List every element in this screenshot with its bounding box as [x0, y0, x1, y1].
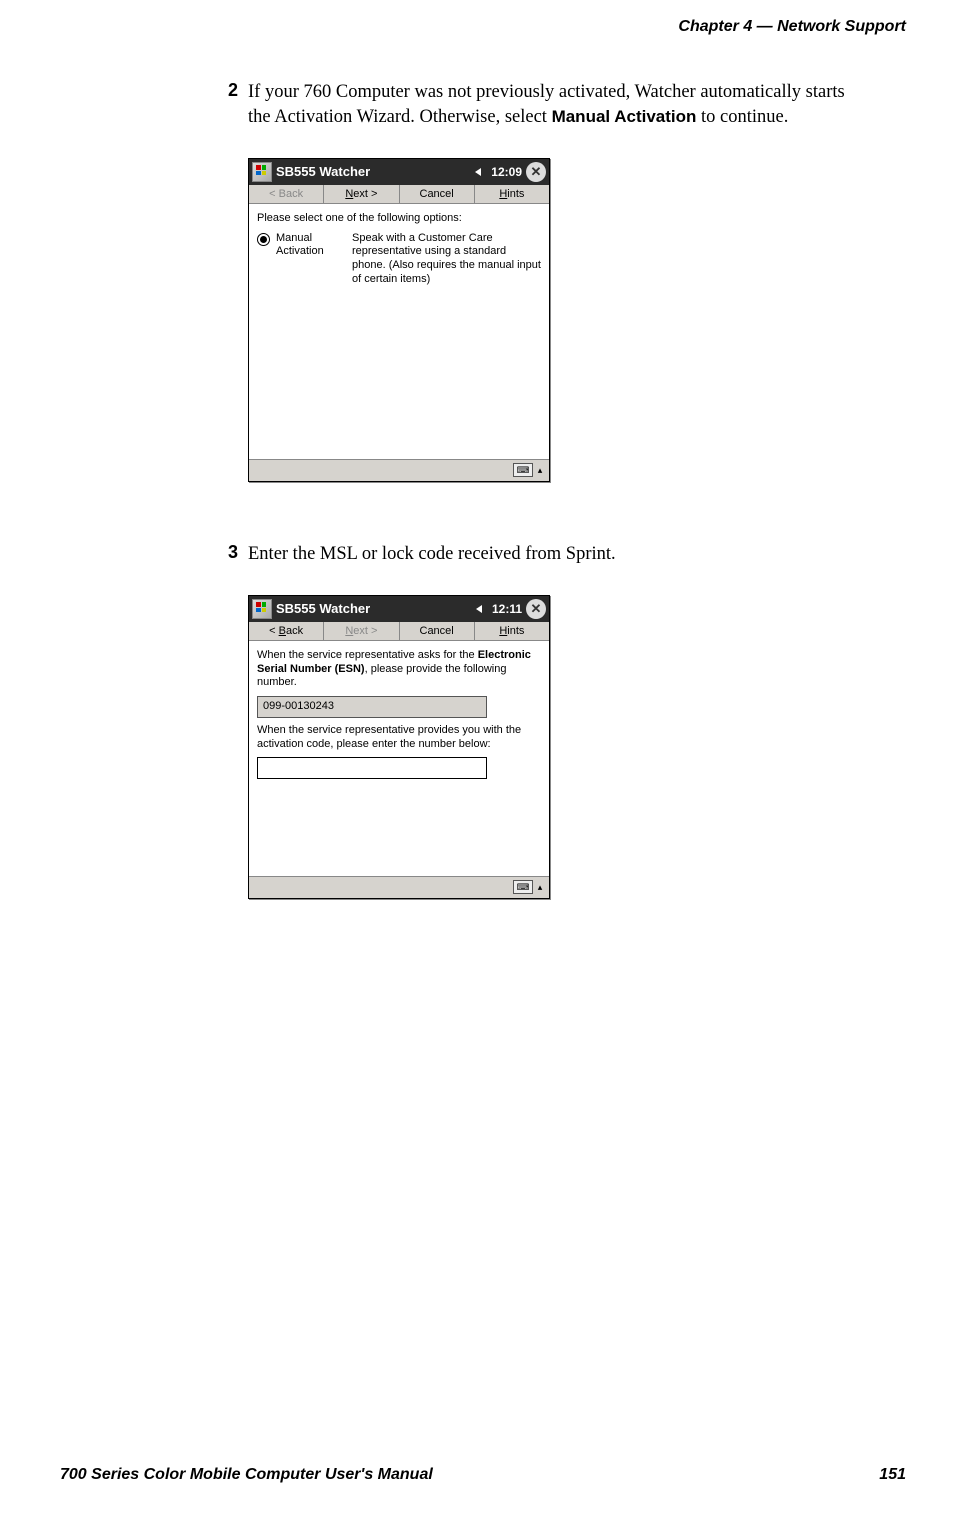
option-label-line2: Activation — [276, 245, 346, 259]
dialog-body: Please select one of the following optio… — [249, 204, 549, 459]
window-title: SB555 Watcher — [276, 601, 476, 616]
step-text: Enter the MSL or lock code received from… — [248, 542, 616, 567]
bottom-bar: ⌨ ▴ — [249, 876, 549, 898]
step-3: 3 Enter the MSL or lock code received fr… — [220, 542, 870, 567]
keyboard-icon[interactable]: ⌨ — [513, 463, 533, 477]
hints-button[interactable]: Hints — [475, 622, 549, 640]
screenshot-2-container: SB555 Watcher 12:11 ✕ < Back Next > Canc… — [248, 595, 870, 899]
option-label: Manual Activation — [276, 232, 346, 260]
footer-left: 700 Series Color Mobile Computer User's … — [60, 1466, 433, 1484]
step-2-bold: Manual Activation — [552, 107, 697, 126]
back-button[interactable]: < Back — [249, 622, 324, 640]
esn-para-a: When the service representative asks for… — [257, 649, 478, 661]
hints-rest: ints — [507, 188, 524, 200]
activation-code-paragraph: When the service representative provides… — [257, 724, 541, 752]
close-icon[interactable]: ✕ — [526, 162, 546, 182]
option-manual-activation[interactable]: Manual Activation Speak with a Customer … — [257, 232, 541, 287]
step-number: 2 — [220, 80, 248, 130]
clock: 12:11 — [492, 602, 522, 616]
cancel-button[interactable]: Cancel — [400, 185, 475, 203]
next-rest: ext > — [353, 188, 377, 200]
esn-readonly-field: 099-00130243 — [257, 696, 487, 718]
page-header: Chapter 4 — Network Support — [678, 18, 906, 36]
cancel-button[interactable]: Cancel — [400, 622, 475, 640]
hints-rest: ints — [507, 625, 524, 637]
back-rest: ack — [286, 625, 303, 637]
step-number: 3 — [220, 542, 248, 567]
screenshot-2: SB555 Watcher 12:11 ✕ < Back Next > Canc… — [248, 595, 550, 899]
hints-button[interactable]: Hints — [475, 185, 549, 203]
screenshot-1: SB555 Watcher 12:09 ✕ < Back Next > Canc… — [248, 158, 550, 482]
next-button[interactable]: Next > — [324, 185, 399, 203]
option-label-line1: Manual — [276, 232, 346, 246]
prompt-text: Please select one of the following optio… — [257, 212, 541, 226]
speaker-icon[interactable] — [476, 602, 490, 616]
option-description: Speak with a Customer Care representativ… — [352, 232, 541, 287]
sip-arrow-icon[interactable]: ▴ — [535, 463, 545, 477]
radio-selected-icon[interactable] — [257, 233, 270, 246]
titlebar: SB555 Watcher 12:09 ✕ — [249, 159, 549, 185]
sip-arrow-icon[interactable]: ▴ — [535, 880, 545, 894]
toolbar: < Back Next > Cancel Hints — [249, 622, 549, 641]
page-content: 2 If your 760 Computer was not previousl… — [220, 80, 870, 959]
start-flag-icon[interactable] — [252, 599, 272, 619]
clock: 12:09 — [491, 165, 522, 179]
footer-page-number: 151 — [879, 1466, 906, 1484]
toolbar: < Back Next > Cancel Hints — [249, 185, 549, 204]
bottom-bar: ⌨ ▴ — [249, 459, 549, 481]
back-pre: < — [269, 625, 278, 637]
close-icon[interactable]: ✕ — [526, 599, 546, 619]
back-underline: B — [279, 625, 286, 637]
next-button: Next > — [324, 622, 399, 640]
esn-paragraph: When the service representative asks for… — [257, 649, 541, 690]
step-2-text-b: to continue. — [696, 107, 788, 127]
speaker-icon[interactable] — [475, 165, 489, 179]
step-text: If your 760 Computer was not previously … — [248, 80, 870, 130]
dialog-body: When the service representative asks for… — [249, 641, 549, 876]
keyboard-icon[interactable]: ⌨ — [513, 880, 533, 894]
start-flag-icon[interactable] — [252, 162, 272, 182]
window-title: SB555 Watcher — [276, 164, 475, 179]
next-rest: ext > — [353, 625, 377, 637]
activation-code-input[interactable] — [257, 757, 487, 779]
step-2: 2 If your 760 Computer was not previousl… — [220, 80, 870, 130]
screenshot-1-container: SB555 Watcher 12:09 ✕ < Back Next > Canc… — [248, 158, 870, 482]
back-button: < Back — [249, 185, 324, 203]
titlebar: SB555 Watcher 12:11 ✕ — [249, 596, 549, 622]
